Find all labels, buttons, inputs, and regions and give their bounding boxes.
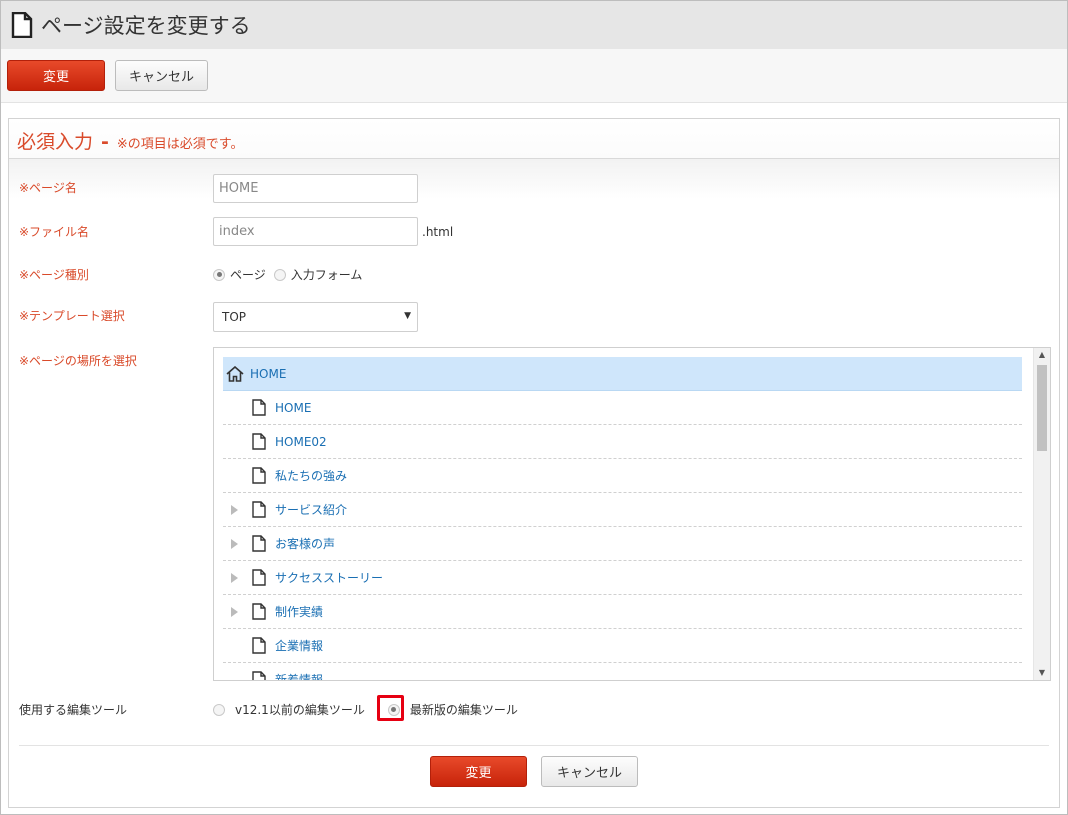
tree-item[interactable]: サービス紹介 xyxy=(223,493,1022,527)
tree-item-label: サクセスストーリー xyxy=(275,571,384,585)
document-icon xyxy=(252,501,266,518)
tree-item[interactable]: 制作実績 xyxy=(223,595,1022,629)
page-type-label: ※ページ種別 xyxy=(19,268,89,282)
tree-item-label: 新着情報 xyxy=(275,673,324,681)
page-header: ページ設定を変更する xyxy=(1,1,1067,49)
page-type-radio-form[interactable] xyxy=(273,268,286,281)
tree-scrollbar[interactable]: ▲ ▼ xyxy=(1033,348,1050,680)
tree-item[interactable]: 新着情報 xyxy=(223,663,1022,681)
page-name-label: ※ページ名 xyxy=(19,181,77,195)
expand-triangle-icon[interactable] xyxy=(231,572,238,583)
tree-item[interactable]: サクセスストーリー xyxy=(223,561,1022,595)
page-name-input[interactable]: HOME xyxy=(213,174,418,203)
tree-root-label: HOME xyxy=(250,366,287,381)
page-type-option-form: 入力フォーム xyxy=(290,268,363,282)
tree-item[interactable]: 企業情報 xyxy=(223,629,1022,663)
document-icon xyxy=(252,637,266,654)
top-toolbar: 変更 キャンセル xyxy=(1,49,1067,103)
home-icon xyxy=(226,365,244,382)
bottom-submit-button[interactable]: 変更 xyxy=(430,756,527,787)
expand-triangle-icon[interactable] xyxy=(231,538,238,549)
document-icon xyxy=(252,433,266,450)
editor-legacy-radio[interactable] xyxy=(213,703,225,716)
page-location-tree[interactable]: HOME HOME HOME02 私たちの強み サービス紹介 お客様の声 サクセ xyxy=(213,347,1051,681)
top-cancel-button[interactable]: キャンセル xyxy=(115,60,208,91)
tree-item-label: サービス紹介 xyxy=(275,503,348,517)
editor-latest-highlight xyxy=(377,695,404,721)
tree-item-label: 制作実績 xyxy=(275,605,324,619)
tree-item[interactable]: HOME xyxy=(223,391,1022,425)
template-selected-value: TOP xyxy=(222,310,247,324)
template-label: ※テンプレート選択 xyxy=(19,309,125,323)
page-type-group: ページ 入力フォーム xyxy=(213,266,362,283)
panel-heading-title: 必須入力 xyxy=(17,131,94,153)
file-name-label: ※ファイル名 xyxy=(19,225,90,239)
expand-triangle-icon[interactable] xyxy=(231,606,238,617)
document-icon xyxy=(252,467,266,484)
file-extension-suffix: .html xyxy=(422,225,454,239)
tree-item[interactable]: お客様の声 xyxy=(223,527,1022,561)
document-icon xyxy=(252,671,266,680)
tree-item-label: お客様の声 xyxy=(275,537,336,551)
panel-heading-dash: - xyxy=(101,131,109,153)
required-input-panel: 必須入力 - ※の項目は必須です。 ※ページ名 HOME ※ファイル名 inde… xyxy=(8,118,1060,808)
tree-root-row[interactable]: HOME xyxy=(223,357,1022,391)
location-label: ※ページの場所を選択 xyxy=(19,354,137,368)
document-icon xyxy=(252,569,266,586)
tree-item[interactable]: 私たちの強み xyxy=(223,459,1022,493)
editor-latest-option: 最新版の編集ツール xyxy=(409,703,518,717)
scrollbar-thumb[interactable] xyxy=(1037,365,1047,451)
panel-shade xyxy=(9,159,1059,199)
footer-divider xyxy=(19,745,1049,746)
scroll-down-icon[interactable]: ▼ xyxy=(1034,666,1050,680)
tree-item[interactable]: HOME02 xyxy=(223,425,1022,459)
scroll-up-icon[interactable]: ▲ xyxy=(1034,348,1050,362)
top-submit-button[interactable]: 変更 xyxy=(7,60,105,91)
panel-heading: 必須入力 - ※の項目は必須です。 xyxy=(9,119,1059,159)
tree-item-label: HOME02 xyxy=(275,434,327,449)
page-document-icon xyxy=(11,12,33,38)
editor-tool-label: 使用する編集ツール xyxy=(19,703,128,717)
panel-heading-note: ※の項目は必須です。 xyxy=(116,137,244,152)
tree-item-label: 私たちの強み xyxy=(275,469,348,483)
file-name-input[interactable]: index xyxy=(213,217,418,246)
expand-triangle-icon[interactable] xyxy=(231,504,238,515)
page-title: ページ設定を変更する xyxy=(41,14,251,38)
editor-tool-group: v12.1以前の編集ツール 最新版の編集ツール xyxy=(213,701,518,718)
page-type-option-page: ページ xyxy=(230,268,266,282)
dropdown-arrow-icon: ▼ xyxy=(404,311,411,321)
bottom-cancel-button[interactable]: キャンセル xyxy=(541,756,638,787)
document-icon xyxy=(252,535,266,552)
editor-legacy-option: v12.1以前の編集ツール xyxy=(235,703,365,717)
tree-item-label: HOME xyxy=(275,400,312,415)
document-icon xyxy=(252,399,266,416)
document-icon xyxy=(252,603,266,620)
page-type-radio-page[interactable] xyxy=(213,268,225,281)
tree-item-label: 企業情報 xyxy=(275,639,324,653)
template-select[interactable]: TOP ▼ xyxy=(213,302,418,332)
